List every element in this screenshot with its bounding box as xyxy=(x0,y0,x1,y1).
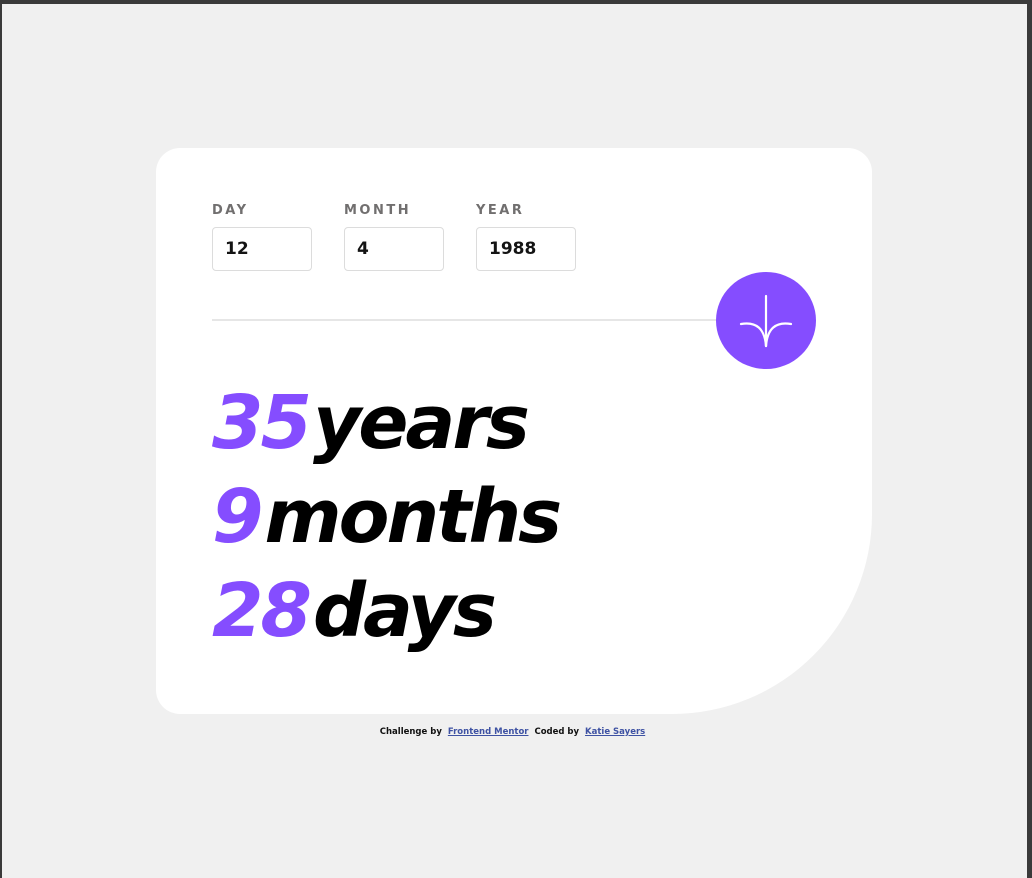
frontend-mentor-link[interactable]: Frontend Mentor xyxy=(448,727,529,737)
years-result: 35years xyxy=(212,376,559,470)
coded-prefix: Coded by xyxy=(534,727,580,737)
years-value: 35 xyxy=(212,380,312,466)
window-frame-right xyxy=(1027,0,1032,878)
results: 35years 9months 28days xyxy=(212,376,563,658)
month-field: MONTH xyxy=(344,202,444,271)
days-unit: days xyxy=(312,568,497,654)
day-field: DAY xyxy=(212,202,312,271)
submit-button[interactable] xyxy=(716,272,816,369)
year-input[interactable] xyxy=(476,227,576,271)
months-value: 9 xyxy=(212,474,263,560)
window-frame-left xyxy=(0,0,2,878)
age-calculator-card: DAY MONTH YEAR 35years 9months 28days xyxy=(156,148,872,714)
years-unit: years xyxy=(312,380,530,466)
month-input[interactable] xyxy=(344,227,444,271)
year-label: YEAR xyxy=(476,203,525,218)
day-input[interactable] xyxy=(212,227,312,271)
attribution: Challenge by Frontend Mentor Coded by Ka… xyxy=(0,727,1028,737)
months-result: 9months xyxy=(212,470,563,564)
day-label: DAY xyxy=(212,203,249,218)
challenge-prefix: Challenge by xyxy=(379,727,442,737)
month-label: MONTH xyxy=(344,203,412,218)
months-unit: months xyxy=(264,474,563,560)
arrow-down-icon xyxy=(739,294,793,347)
days-result: 28days xyxy=(212,564,559,658)
window-frame-top xyxy=(0,0,1032,4)
divider-line xyxy=(212,319,772,321)
author-link[interactable]: Katie Sayers xyxy=(585,727,645,737)
days-value: 28 xyxy=(212,568,312,654)
year-field: YEAR xyxy=(476,202,576,271)
